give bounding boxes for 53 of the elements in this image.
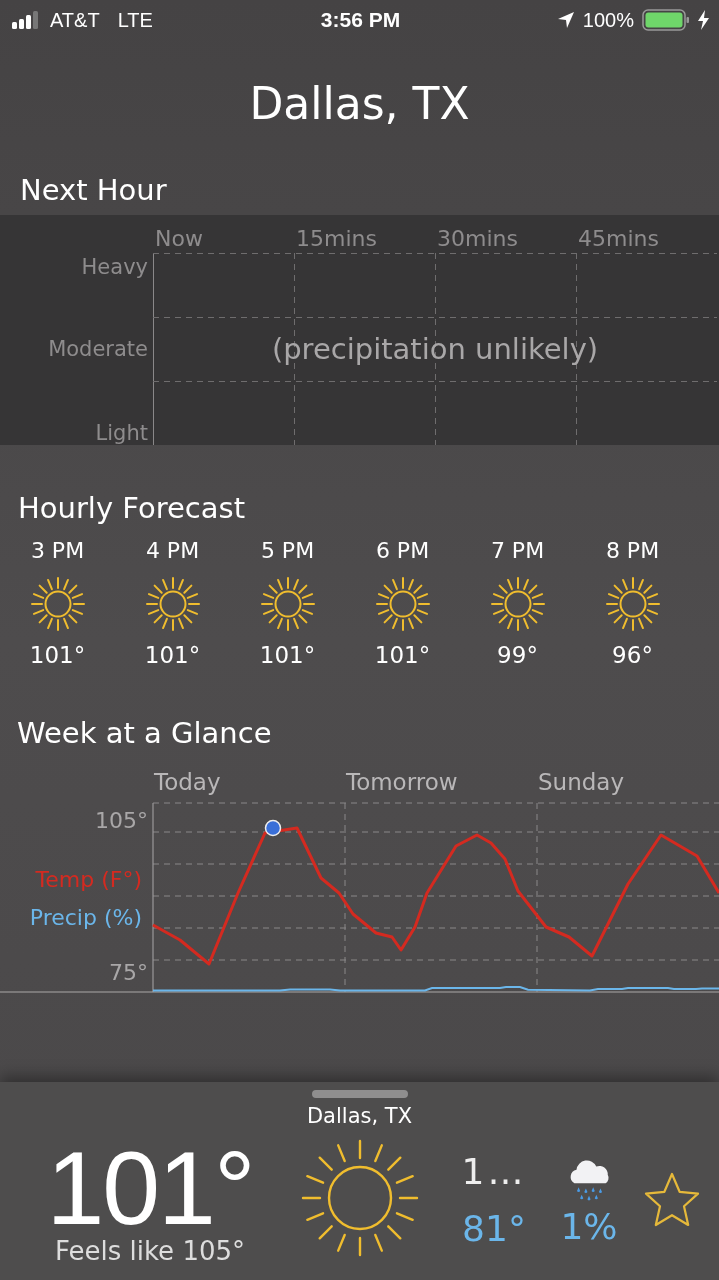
section-heading: Next Hour bbox=[19, 172, 168, 209]
battery-percent: 100% bbox=[582, 8, 634, 32]
temperature-scale-label: 105° bbox=[95, 808, 148, 833]
intensity-label: Moderate bbox=[47, 337, 149, 361]
hour-label: 3 PM bbox=[30, 537, 85, 565]
hour-label: 8 PM bbox=[605, 537, 660, 565]
precipitation-chance: 1% bbox=[560, 1205, 618, 1247]
location-label: Dallas, TX bbox=[305, 1103, 414, 1130]
battery-icon bbox=[642, 9, 690, 31]
hour-temperature: 101° bbox=[374, 641, 431, 669]
day-label: Sunday bbox=[538, 769, 625, 795]
forecast-message: (precipitation unlikely) bbox=[271, 332, 599, 366]
signal-icon bbox=[12, 11, 40, 29]
day-label: Today bbox=[154, 769, 221, 795]
location-arrow-icon bbox=[556, 11, 575, 29]
sun-icon bbox=[489, 576, 546, 632]
sun-icon bbox=[604, 576, 661, 632]
time-axis-label: Now bbox=[154, 226, 204, 253]
drag-handle[interactable] bbox=[311, 1090, 408, 1098]
intensity-label: Heavy bbox=[80, 254, 149, 279]
feels-like-label: Feels like 105° bbox=[55, 1236, 245, 1266]
sun-icon bbox=[300, 1138, 420, 1258]
time-axis-label: 15mins bbox=[295, 226, 378, 253]
carrier-label: AT&T bbox=[50, 8, 100, 32]
hour-temperature: 96° bbox=[612, 641, 653, 669]
network-label: LTE bbox=[117, 8, 153, 32]
time-axis-label: 45mins bbox=[577, 226, 660, 253]
hour-temperature: 99° bbox=[497, 641, 538, 669]
hour-temperature: 101° bbox=[259, 641, 316, 669]
charging-bolt-icon bbox=[698, 10, 709, 30]
current-time-marker bbox=[264, 819, 282, 837]
hour-label: 5 PM bbox=[260, 537, 315, 565]
hour-temperature: 101° bbox=[29, 641, 86, 669]
legend-label: Precip (%) bbox=[29, 905, 142, 930]
sun-icon bbox=[29, 576, 86, 632]
time-axis-label: 30mins bbox=[436, 226, 519, 253]
legend-label: Temp (F°) bbox=[35, 867, 142, 892]
hour-temperature: 101° bbox=[144, 641, 201, 669]
section-heading: Week at a Glance bbox=[16, 715, 273, 751]
sun-icon bbox=[144, 576, 201, 632]
clock: 3:56 PM bbox=[320, 8, 401, 32]
temperature-scale-label: 75° bbox=[109, 960, 148, 985]
hour-label: 7 PM bbox=[490, 537, 545, 565]
sun-icon bbox=[374, 576, 431, 632]
section-heading: Hourly Forecast bbox=[17, 490, 246, 526]
high-temperature: 1… bbox=[461, 1151, 527, 1192]
intensity-label: Light bbox=[94, 421, 149, 445]
sun-icon bbox=[259, 576, 316, 632]
day-label: Tomorrow bbox=[346, 769, 458, 795]
low-temperature: 81° bbox=[462, 1208, 526, 1249]
city-title: Dallas, TX bbox=[249, 77, 470, 129]
hour-label: 6 PM bbox=[375, 537, 430, 565]
hour-label: 4 PM bbox=[145, 537, 200, 565]
